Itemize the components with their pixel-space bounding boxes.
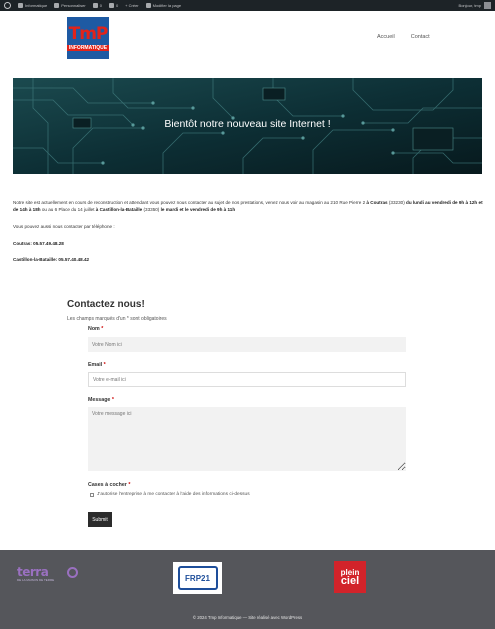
consent-row[interactable]: J'autorise l'entreprise à me contacter à… bbox=[90, 492, 250, 497]
nav-item-accueil[interactable]: Accueil bbox=[377, 34, 395, 40]
consent-label: J'autorise l'entreprise à me contacter à… bbox=[97, 492, 250, 497]
pleinciel-logo[interactable]: plein ciel bbox=[334, 561, 366, 593]
wordpress-icon[interactable] bbox=[4, 2, 11, 9]
admin-bar-updates[interactable]: 0 bbox=[92, 3, 102, 8]
message-field[interactable] bbox=[88, 407, 406, 471]
hero-banner: Bientôt notre nouveau site Internet ! bbox=[13, 78, 482, 174]
nav-item-contact[interactable]: Contact bbox=[411, 34, 430, 40]
terra-logo-text: terra bbox=[17, 565, 49, 579]
brush-icon bbox=[54, 3, 60, 8]
hero-title: Bientôt notre nouveau site Internet ! bbox=[164, 118, 331, 130]
admin-bar-account[interactable]: Bonjour, tmp bbox=[459, 2, 491, 9]
terra-circle-icon bbox=[67, 567, 78, 578]
checkbox-group-label: Cases à cocher * bbox=[88, 482, 131, 488]
home-icon bbox=[18, 3, 23, 8]
copyright-text: © 2024 Tmp Informatique — Site réalisé a… bbox=[192, 615, 303, 620]
name-field[interactable] bbox=[88, 337, 406, 352]
terra-logo-subtitle: DE LA MAISON DE TERRE bbox=[17, 578, 55, 582]
main-nav: Accueil Contact bbox=[377, 34, 430, 40]
admin-bar-customize[interactable]: Personnaliser bbox=[54, 3, 86, 8]
message-label: Message * bbox=[88, 397, 114, 403]
logo-top-text: TmP bbox=[68, 23, 109, 44]
admin-bar-edit-page[interactable]: Modifier la page bbox=[145, 3, 181, 8]
admin-bar-comments[interactable]: 0 bbox=[108, 3, 118, 8]
comment-icon bbox=[108, 3, 114, 8]
admin-bar: Informatique Personnaliser 0 0 + Créer M… bbox=[0, 0, 495, 11]
phone-castillon: Castillon-la-Bataille: 05.57.40.48.42 bbox=[13, 257, 90, 262]
ffb-logo[interactable]: FRP21 bbox=[173, 562, 222, 594]
admin-bar-site[interactable]: Informatique bbox=[18, 3, 47, 8]
terra-logo[interactable]: terra DE LA MAISON DE TERRE bbox=[17, 565, 78, 582]
required-note: Les champs marqués d'un * sont obligatoi… bbox=[67, 316, 167, 322]
form-title: Contactez nous! bbox=[67, 299, 145, 310]
phone-coutras: Coutras: 05.57.49.48.28 bbox=[13, 241, 64, 246]
name-label: Nom * bbox=[88, 326, 104, 332]
edit-icon bbox=[145, 3, 151, 8]
logo-bottom-text: INFORMATIQUE bbox=[66, 44, 110, 51]
intro-phone-note: Vous pouvez aussi nous contacter par tél… bbox=[13, 224, 115, 229]
avatar bbox=[484, 2, 491, 9]
site-logo[interactable]: TmP INFORMATIQUE bbox=[66, 17, 110, 59]
submit-button[interactable]: Submit bbox=[88, 512, 112, 527]
refresh-icon bbox=[92, 3, 98, 8]
email-label: Email * bbox=[88, 362, 106, 368]
admin-bar-new[interactable]: + Créer bbox=[125, 3, 138, 8]
intro-paragraph: Notre site est actuellement en cours de … bbox=[13, 200, 483, 212]
consent-checkbox[interactable] bbox=[90, 492, 94, 497]
ffb-badge-text: FRP21 bbox=[177, 566, 218, 590]
email-field[interactable] bbox=[88, 372, 406, 387]
